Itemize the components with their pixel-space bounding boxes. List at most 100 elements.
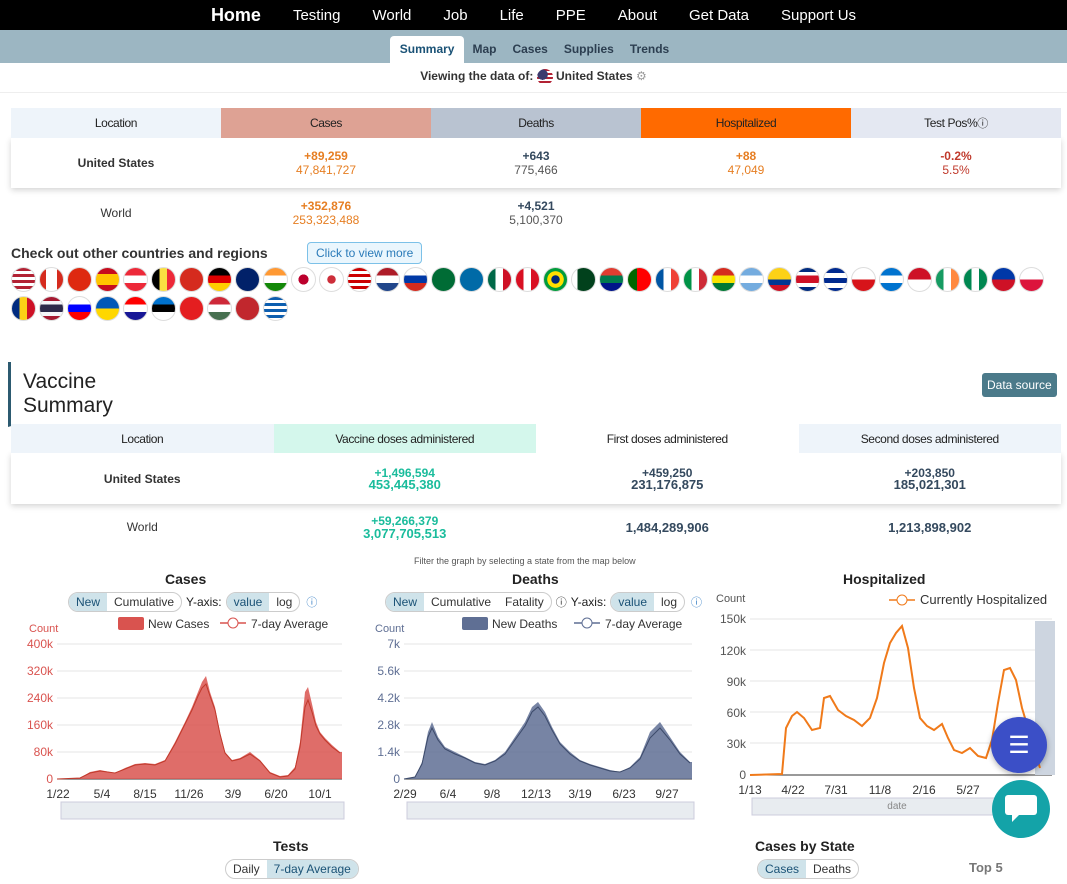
- gear-icon[interactable]: ⚙: [636, 69, 647, 83]
- tab-trends[interactable]: Trends: [622, 42, 677, 63]
- cases-legend-avg[interactable]: 7-day Average: [251, 617, 328, 631]
- vheader-first[interactable]: First doses administered: [536, 424, 799, 453]
- flag-fr-icon[interactable]: [655, 267, 680, 292]
- flag-th-icon[interactable]: [39, 296, 64, 321]
- flag-hr-icon[interactable]: [123, 296, 148, 321]
- flag-nl-icon[interactable]: [375, 267, 400, 292]
- deaths-new-toggle[interactable]: New: [386, 593, 425, 611]
- nav-job[interactable]: Job: [427, 7, 483, 24]
- flag-be-icon[interactable]: [151, 267, 176, 292]
- header-cases[interactable]: Cases: [221, 108, 431, 138]
- flag-cn-icon[interactable]: [67, 267, 92, 292]
- flag-cz-icon[interactable]: [851, 267, 876, 292]
- deaths-log-toggle[interactable]: log: [654, 593, 684, 611]
- flag-cr-icon[interactable]: [795, 267, 820, 292]
- cases-value-toggle[interactable]: value: [226, 593, 270, 611]
- cases-zoom-slider[interactable]: [60, 801, 345, 820]
- flag-at-icon[interactable]: [123, 267, 148, 292]
- flag-za-icon[interactable]: [599, 267, 624, 292]
- flag-br-icon[interactable]: [543, 267, 568, 292]
- deaths-info-icon[interactable]: ⓘ: [691, 594, 702, 610]
- header-hospitalized[interactable]: Hospitalized: [641, 108, 851, 138]
- flag-se-icon[interactable]: [459, 267, 484, 292]
- flag-gb-icon[interactable]: [235, 267, 260, 292]
- location-us[interactable]: United States: [78, 156, 155, 170]
- flag-co-icon[interactable]: [767, 267, 792, 292]
- deaths-chart[interactable]: Count New Deaths 7-day Average 0 1.4k 2.…: [370, 612, 700, 822]
- flag-ua-icon[interactable]: [95, 296, 120, 321]
- nav-testing[interactable]: Testing: [277, 7, 357, 24]
- flag-mx-icon[interactable]: [487, 267, 512, 292]
- flag-pl-icon[interactable]: [1019, 267, 1044, 292]
- flag-ru-icon[interactable]: [403, 267, 428, 292]
- location-world[interactable]: World: [100, 206, 131, 220]
- cases-log-toggle[interactable]: log: [269, 593, 299, 611]
- deaths-value-toggle[interactable]: value: [611, 593, 654, 611]
- deaths-fatality-info-icon[interactable]: ⓘ: [556, 594, 567, 610]
- flag-ee-icon[interactable]: [151, 296, 176, 321]
- flag-sa-icon[interactable]: [431, 267, 456, 292]
- flag-ie-icon[interactable]: [935, 267, 960, 292]
- vlocation-us[interactable]: United States: [104, 472, 181, 486]
- cases-info-icon[interactable]: ⓘ: [306, 594, 317, 610]
- cases-cumulative-toggle[interactable]: Cumulative: [107, 593, 181, 611]
- tab-map[interactable]: Map: [464, 42, 504, 63]
- flag-my-icon[interactable]: [347, 267, 372, 292]
- cases-series-new[interactable]: [57, 676, 342, 779]
- flag-es-icon[interactable]: [95, 267, 120, 292]
- bystate-cases-toggle[interactable]: Cases: [758, 860, 807, 878]
- tab-cases[interactable]: Cases: [504, 42, 555, 63]
- view-more-button[interactable]: Click to view more: [307, 242, 423, 264]
- header-testpos[interactable]: Test Pos% ⓘ: [851, 108, 1061, 138]
- vheader-administered[interactable]: Vaccine doses administered: [273, 424, 536, 453]
- tab-summary[interactable]: Summary: [389, 36, 465, 63]
- flag-de-icon[interactable]: [207, 267, 232, 292]
- nav-world[interactable]: World: [356, 7, 427, 24]
- nav-home[interactable]: Home: [195, 5, 277, 26]
- flag-hu-icon[interactable]: [207, 296, 232, 321]
- flag-al-icon[interactable]: [179, 296, 204, 321]
- info-icon[interactable]: ⓘ: [977, 115, 988, 131]
- data-source-button[interactable]: Data source: [982, 373, 1057, 397]
- flag-pk-icon[interactable]: [571, 267, 596, 292]
- flag-ph-icon[interactable]: [991, 267, 1016, 292]
- bystate-deaths-toggle[interactable]: Deaths: [806, 860, 858, 878]
- deaths-cumulative-toggle[interactable]: Cumulative: [424, 593, 498, 611]
- deaths-zoom-slider[interactable]: [406, 801, 695, 820]
- flag-it-icon[interactable]: [683, 267, 708, 292]
- cases-legend-new[interactable]: New Cases: [148, 617, 209, 631]
- deaths-legend-new[interactable]: New Deaths: [492, 617, 557, 631]
- menu-fab-button[interactable]: ☰: [991, 717, 1047, 773]
- tests-daily-toggle[interactable]: Daily: [226, 860, 267, 878]
- flag-ch-icon[interactable]: [179, 267, 204, 292]
- flag-us-icon[interactable]: [11, 267, 36, 292]
- cases-new-toggle[interactable]: New: [69, 593, 108, 611]
- flag-pe-icon[interactable]: [515, 267, 540, 292]
- flag-jp-icon[interactable]: [291, 267, 316, 292]
- flag-ca-icon[interactable]: [39, 267, 64, 292]
- header-deaths[interactable]: Deaths: [431, 108, 641, 138]
- nav-about[interactable]: About: [602, 7, 673, 24]
- flag-id-icon[interactable]: [907, 267, 932, 292]
- flag-cu-icon[interactable]: [823, 267, 848, 292]
- nav-life[interactable]: Life: [484, 7, 540, 24]
- deaths-legend-avg[interactable]: 7-day Average: [605, 617, 682, 631]
- flag-kr-icon[interactable]: [319, 267, 344, 292]
- nav-support-us[interactable]: Support Us: [765, 7, 872, 24]
- flag-ng-icon[interactable]: [963, 267, 988, 292]
- flag-ma-icon[interactable]: [235, 296, 260, 321]
- flag-in-icon[interactable]: [263, 267, 288, 292]
- flag-ro-icon[interactable]: [11, 296, 36, 321]
- flag-gr-icon[interactable]: [263, 296, 288, 321]
- viewing-country[interactable]: United States: [556, 69, 633, 83]
- hosp-legend[interactable]: Currently Hospitalized: [920, 592, 1047, 607]
- flag-hn-icon[interactable]: [879, 267, 904, 292]
- chat-button[interactable]: [992, 780, 1050, 838]
- cases-chart[interactable]: Count New Cases 7-day Average 0 80k 160k…: [20, 612, 350, 822]
- flag-pt-icon[interactable]: [627, 267, 652, 292]
- tests-avg-toggle[interactable]: 7-day Average: [266, 860, 358, 878]
- flag-si-icon[interactable]: [67, 296, 92, 321]
- tab-supplies[interactable]: Supplies: [556, 42, 622, 63]
- deaths-fatality-toggle[interactable]: Fatality: [498, 593, 551, 611]
- nav-ppe[interactable]: PPE: [540, 7, 602, 24]
